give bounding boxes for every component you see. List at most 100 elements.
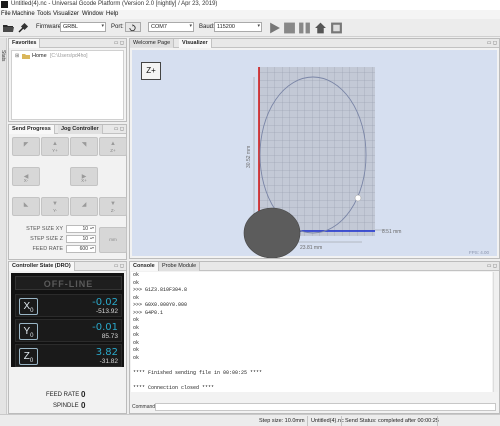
stats-tab[interactable]: Stats	[0, 50, 6, 61]
jog-xminus-button[interactable]: ◀ X-	[12, 167, 40, 186]
firmware-label: Firmware:	[36, 24, 63, 30]
side-strip: Stats	[0, 38, 7, 426]
feed-rate-readout: 0	[81, 390, 86, 399]
feed-rate-label: FEED RATE	[32, 246, 63, 252]
play-icon[interactable]	[268, 21, 281, 35]
tool-position-marker	[354, 194, 362, 202]
tool-bit-shape	[243, 207, 301, 258]
step-xy-spinner[interactable]: 10 ▴▾	[66, 225, 96, 233]
folder-icon	[22, 54, 30, 59]
port-label: Port:	[111, 24, 124, 30]
height-dimension-label: 30.52 mm	[246, 146, 252, 168]
console-panel: Console Probe Module ▭ ◻ ok ok >>> G1Z3.…	[129, 261, 500, 414]
menu-tools[interactable]: Tools	[37, 11, 51, 17]
tab-probe-module[interactable]: Probe Module	[159, 262, 201, 271]
panel-window-buttons[interactable]: ▭ ◻	[487, 263, 497, 269]
console-line: >>> G1Z3.810F304.8	[133, 287, 188, 293]
command-label: Command:	[132, 404, 157, 410]
panel-window-buttons[interactable]: ▭ ◻	[114, 126, 124, 132]
window-title: Untitled(4).nc - Universal Gcode Platfor…	[11, 1, 218, 7]
width-dimension-label: 23.81 mm	[300, 245, 322, 251]
console-line: ok	[133, 279, 140, 286]
jog-yminus-button[interactable]: ▼ Y-	[41, 197, 69, 216]
panel-window-buttons[interactable]: ▭ ◻	[114, 40, 124, 46]
command-row: Command:	[131, 402, 498, 412]
visualizer-panel: Welcome Page Visualizer ▭ ◻ 30.52 mm 23.…	[129, 38, 500, 259]
tree-item-path: [C:\Users\pd4ho]	[50, 53, 88, 59]
jog-xminus-yminus-button[interactable]: ◣	[12, 197, 40, 216]
z-machine-position: -31.82	[99, 358, 118, 365]
console-line: >>> G0X0.000Y0.000	[133, 302, 188, 308]
panel-window-buttons[interactable]: ▭ ◻	[487, 40, 497, 46]
feed-rate-readout-label: FEED RATE	[46, 392, 80, 398]
panel-window-buttons[interactable]: ▭ ◻	[114, 263, 124, 269]
home-icon[interactable]	[314, 21, 327, 35]
spindle-readout-label: SPINDLE	[53, 403, 79, 409]
console-line: ok	[133, 339, 140, 346]
port-select[interactable]: COM7 ▾	[148, 22, 194, 32]
step-xy-label: STEP SIZE XY	[26, 226, 63, 232]
pause-icon[interactable]	[298, 21, 311, 35]
dro-row-z: Z0 3.82 -31.82	[15, 344, 122, 367]
console-scrollbar[interactable]	[493, 272, 498, 392]
jog-xplus-yplus-button[interactable]: ◥	[70, 137, 98, 156]
tab-console[interactable]: Console	[130, 262, 159, 271]
jog-xplus-yminus-button[interactable]: ◢	[70, 197, 98, 216]
z-work-position: 3.82	[95, 347, 118, 358]
fps-readout: FPS: 4.00	[469, 250, 490, 255]
toolpath-view: 30.52 mm 23.81 mm 8.51 mm FPS: 4.00	[243, 67, 490, 258]
menu-window[interactable]: Window	[82, 11, 103, 17]
jog-yplus-button[interactable]: ▲ Y+	[41, 137, 69, 156]
menu-file[interactable]: File	[1, 11, 11, 17]
console-line: ok	[133, 332, 140, 338]
reset-zero-icon[interactable]	[330, 21, 343, 35]
menu-visualizer[interactable]: Visualizer	[53, 11, 79, 17]
connect-plug-icon[interactable]	[17, 22, 29, 34]
feed-rate-spinner[interactable]: 600 ▴▾	[66, 245, 96, 253]
tab-welcome-page[interactable]: Welcome Page	[130, 39, 175, 48]
menu-machine[interactable]: Machine	[12, 11, 35, 17]
open-folder-icon[interactable]	[2, 22, 14, 34]
refresh-icon	[129, 24, 136, 31]
refresh-ports-button[interactable]	[125, 22, 141, 32]
tab-favorites[interactable]: Favorites	[9, 39, 41, 48]
jog-panel: Send Progress Jog Controller ▭ ◻ ◤ ▲ Y+ ◥…	[8, 124, 127, 260]
toolbar: Firmware: GRBL ▾ Port: COM7 ▾ Baud: 115200…	[0, 19, 500, 37]
menu-help[interactable]: Help	[106, 11, 118, 17]
visualizer-canvas[interactable]: 30.52 mm 23.81 mm 8.51 mm FPS: 4.00 Z+	[132, 50, 497, 258]
step-z-spinner[interactable]: 10 ▴▾	[66, 235, 96, 243]
title-bar: Untitled(4).nc - Universal Gcode Platfor…	[0, 0, 500, 10]
tab-send-progress[interactable]: Send Progress	[9, 125, 55, 134]
console-line: **** Connection closed ****	[133, 384, 215, 391]
reset-y-button[interactable]: Y0	[19, 323, 38, 340]
baud-select[interactable]: 115200 ▾	[214, 22, 262, 32]
view-orientation-button[interactable]: Z+	[141, 62, 161, 80]
tab-controller-state[interactable]: Controller State (DRO)	[9, 262, 75, 271]
console-output: ok ok >>> G1Z3.810F304.8 ok >>> G0X0.000…	[131, 272, 492, 392]
console-line: **** Finished sending file in 00:00:25 *…	[133, 369, 263, 376]
reset-x-button[interactable]: X0	[19, 298, 38, 315]
tab-jog-controller[interactable]: Jog Controller	[58, 125, 103, 134]
console-line: ok	[133, 272, 140, 278]
y-machine-position: 85.73	[101, 333, 118, 340]
console-line: ok	[133, 354, 140, 361]
spindle-readout: 0	[81, 401, 86, 410]
tree-item-home[interactable]: Home	[32, 53, 47, 59]
tab-visualizer[interactable]: Visualizer	[179, 39, 212, 48]
firmware-select[interactable]: GRBL ▾	[60, 22, 106, 32]
jog-zminus-button[interactable]: ▼ Z-	[99, 197, 127, 216]
console-line: ok	[133, 294, 140, 301]
stop-icon[interactable]	[283, 21, 296, 35]
jog-xplus-button[interactable]: ▶ X+	[70, 167, 98, 186]
unit-toggle-button[interactable]: mm	[99, 227, 127, 253]
send-status: Send Status: completed after 00:00:25	[345, 418, 439, 424]
console-line: ok	[133, 317, 140, 323]
jog-zplus-button[interactable]: ▲ Z+	[99, 137, 127, 156]
step-size-status: Step size: 10.0mm	[259, 418, 305, 424]
reset-z-button[interactable]: Z0	[19, 348, 38, 365]
expand-icon[interactable]: ⊞	[15, 53, 19, 59]
console-line: >>> G4P0.1	[133, 309, 164, 316]
jog-xminus-yplus-button[interactable]: ◤	[12, 137, 40, 156]
command-input[interactable]	[155, 403, 496, 411]
